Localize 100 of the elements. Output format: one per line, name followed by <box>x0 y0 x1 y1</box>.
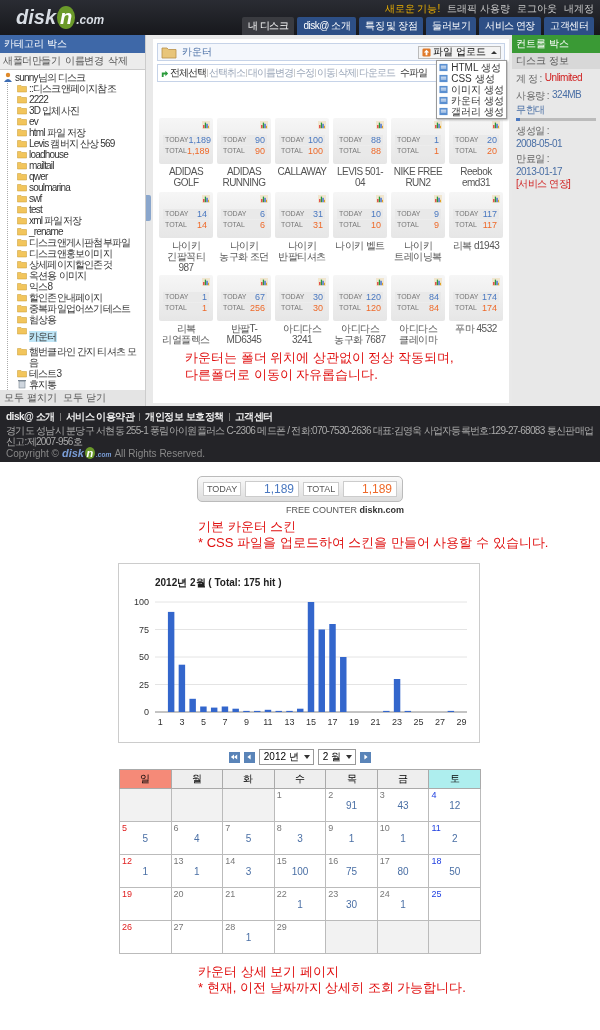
total-count: 120 <box>365 302 381 313</box>
day-number: 18 <box>431 856 443 866</box>
folder-item[interactable]: xml 파일저장 <box>29 215 81 226</box>
day-hits: 1 <box>193 866 201 877</box>
nav-tab[interactable]: 서비스 연장 <box>479 17 541 35</box>
folder-item[interactable]: swf <box>29 193 42 204</box>
year-select[interactable]: 2012 년 <box>258 749 314 765</box>
day-number: 21 <box>225 889 237 899</box>
y-tick-label: 0 <box>144 707 149 717</box>
x-tick-label: 25 <box>413 717 424 727</box>
folder-item[interactable]: mailtail <box>29 160 54 171</box>
upload-button[interactable]: 파일 업로드 <box>418 45 501 59</box>
footer-link[interactable]: 서비스 이용약관 <box>65 410 135 424</box>
folder-item[interactable]: 디스크앤게시판첨부파일 <box>29 237 131 248</box>
folder-item[interactable]: 햄번클라인 간지 티셔츠 모음 <box>29 346 145 368</box>
folder-item[interactable]: html 파일 저장 <box>29 127 86 138</box>
toolbar-action[interactable]: 수파일 <box>400 66 427 80</box>
folder-item[interactable]: 디스크앤홍보이미지 <box>29 248 112 259</box>
menu-item[interactable]: CSS 생성 <box>439 72 504 84</box>
folder-item[interactable]: 휴지통 <box>29 379 57 390</box>
sidebar-tool[interactable]: 모두 닫기 <box>62 391 106 405</box>
company-address: 경기도 성남시 분당구 서현동 255-1 풍림아이원플러스 C-2306 메드폰 / 전화:070-7530-2636 대표:김영욱 사업자등록번호:129-27-68083 통신판매업신고:제2007-956호 <box>6 425 594 447</box>
folder-item[interactable]: _rename <box>29 226 63 237</box>
info-label: 계 정 : <box>516 72 542 86</box>
day-number: 24 <box>379 889 391 899</box>
folder-item[interactable]: 중복파일업어쓰기테스트 <box>29 303 131 314</box>
total-count: 9 <box>434 219 439 230</box>
folder-item[interactable]: 카운터 <box>29 331 57 342</box>
footer-link[interactable]: 고객센터 <box>234 410 273 424</box>
menu-item[interactable]: 갤러리 생성 <box>439 105 504 117</box>
header-link[interactable]: 트래픽 사용량 <box>447 2 510 16</box>
footer-link[interactable]: disk@ 소개 <box>6 410 55 424</box>
weekday-header: 일 <box>119 769 172 789</box>
folder-item[interactable]: test <box>29 204 42 215</box>
folder-item[interactable]: ::디스크앤페이지참조 <box>29 83 116 94</box>
day-hits: 80 <box>396 866 410 877</box>
today-count: 30 <box>313 291 323 302</box>
folder-item[interactable]: 옥션용 이미지 <box>29 270 87 281</box>
copyright-text: Copyright © <box>6 448 59 459</box>
folder-item[interactable]: Levis 캠버지 산상 569 <box>29 138 115 149</box>
nav-tab[interactable]: 고객센터 <box>544 17 594 35</box>
total-count: 31 <box>313 219 323 230</box>
credit-brand[interactable]: diskn.com <box>359 505 404 515</box>
folder-item[interactable]: 할인존안내페이지 <box>29 292 103 303</box>
total-count: 117 <box>482 219 497 230</box>
day-number: 3 <box>379 790 386 800</box>
today-count: 84 <box>429 291 439 302</box>
header-link[interactable]: 로그아웃 <box>517 2 557 16</box>
caption-text: * 현재, 이전 날짜까지 상세히 조회 가능합니다. <box>198 980 467 996</box>
menu-item[interactable]: 이미지 생성 <box>439 83 504 95</box>
folder-item[interactable]: 상세페이지할인존것 <box>29 259 112 270</box>
total-count: 20 <box>487 145 497 156</box>
panel-title: 컨트롤 박스 <box>512 35 600 53</box>
sidebar-tool[interactable]: 삭제 <box>108 54 127 68</box>
day-number: 25 <box>431 889 443 899</box>
month-select[interactable]: 2 월 <box>317 749 357 765</box>
folder-item[interactable]: qwer <box>29 171 48 182</box>
info-value: Unlimited <box>544 72 583 85</box>
today-count: 1,189 <box>245 481 299 497</box>
x-tick-label: 1 <box>157 717 163 727</box>
total-count: 1 <box>202 302 207 313</box>
credit-text: FREE COUNTER <box>285 505 357 515</box>
renew-link[interactable]: [서비스 연장] <box>516 177 571 191</box>
header-link[interactable]: 내계정 <box>564 2 594 16</box>
folder-item[interactable]: 험상용 <box>29 314 57 325</box>
sidebar-tool[interactable]: 새폴더만들기 <box>3 54 60 68</box>
info-value: 무한대 <box>516 103 545 117</box>
copyright-text: All Rights Reserved. <box>114 448 205 459</box>
nav-tab[interactable]: 특징 및 장점 <box>359 17 424 35</box>
today-count: 100 <box>307 134 323 145</box>
sidebar-tool[interactable]: 모두 펼치기 <box>4 391 57 405</box>
folder-item[interactable]: 익스8 <box>29 281 53 292</box>
chart-title: 2012년 2월 ( Total: 175 hit ) <box>155 577 282 588</box>
menu-item[interactable]: 카운터 생성 <box>439 94 504 106</box>
day-number: 5 <box>122 823 128 833</box>
today-count: 1 <box>434 134 439 145</box>
folder-item[interactable]: ev <box>29 116 38 127</box>
day-number: 16 <box>328 856 340 866</box>
toolbar-action[interactable]: 전체선택 <box>170 66 206 80</box>
counter-name: 나이키 긴팔꼭티 987 <box>166 239 206 273</box>
today-count: 120 <box>365 291 381 302</box>
header-link[interactable]: 새로운 기능! <box>384 2 441 16</box>
folder-item[interactable]: sunny님의 디스크 <box>15 72 86 83</box>
day-number: 22 <box>276 889 288 899</box>
sidebar-tool[interactable]: 이름변경 <box>65 54 103 68</box>
counter-name: 리복 d1943 <box>452 239 500 253</box>
nav-tab[interactable]: disk@ 소개 <box>297 17 357 35</box>
folder-item[interactable]: 2222 <box>29 94 49 105</box>
day-number: 26 <box>122 922 133 932</box>
folder-item[interactable]: 3D 입체사진 <box>29 105 79 116</box>
menu-item[interactable]: HTML 생성 <box>439 61 504 73</box>
total-count: 1 <box>434 145 439 156</box>
day-number: 8 <box>276 823 283 833</box>
footer-link[interactable]: 개인정보 보호정책 <box>145 410 224 424</box>
folder-item[interactable]: loadhouse <box>29 149 68 160</box>
nav-tab[interactable]: 내 디스크 <box>242 17 295 35</box>
folder-item[interactable]: soulmarina <box>29 182 70 193</box>
nav-tab[interactable]: 둘러보기 <box>426 17 477 35</box>
day-number: 19 <box>122 889 133 899</box>
folder-item[interactable]: 테스트3 <box>29 368 62 379</box>
